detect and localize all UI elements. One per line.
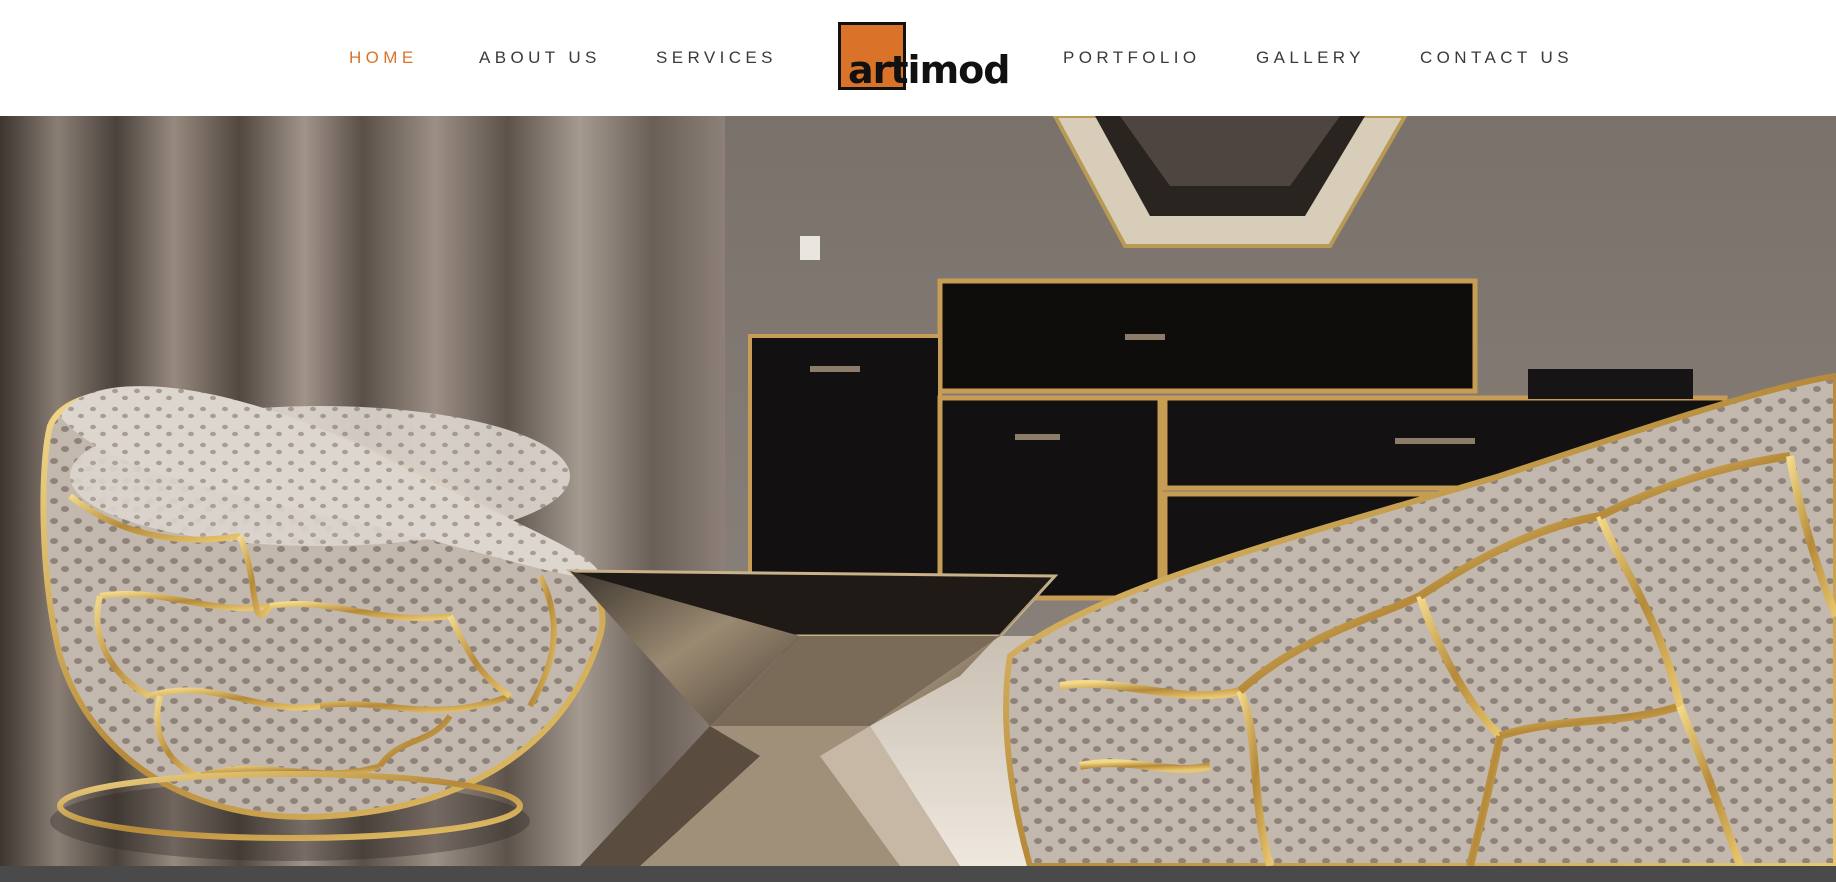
nav-home[interactable]: HOME [349,48,418,68]
nav-contact-us[interactable]: CONTACT US [1420,48,1573,68]
logo-text: artimod [848,48,1010,92]
hero-furniture-scene [0,116,1836,866]
site-header: HOME ABOUT US SERVICES artimod PORTFOLIO… [0,0,1836,116]
nav-portfolio[interactable]: PORTFOLIO [1063,48,1201,68]
hero-image [0,116,1836,866]
site-logo[interactable]: artimod [838,22,1010,94]
nav-gallery[interactable]: GALLERY [1256,48,1365,68]
nav-services[interactable]: SERVICES [656,48,777,68]
footer-bar [0,866,1836,882]
nav-about-us[interactable]: ABOUT US [479,48,601,68]
